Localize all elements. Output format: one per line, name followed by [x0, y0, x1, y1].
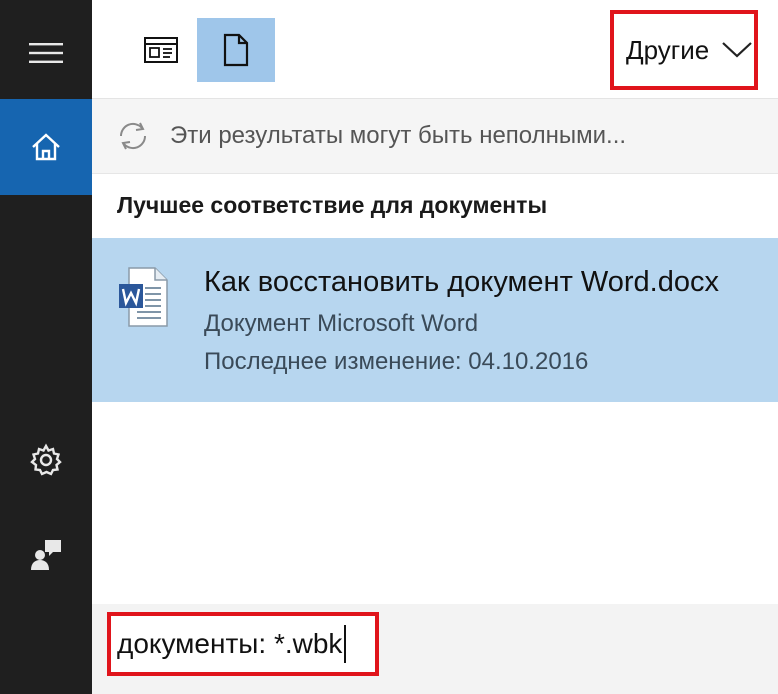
text-caret: [344, 625, 347, 663]
search-bar: документы: *.wbk: [92, 604, 778, 694]
settings-button[interactable]: [0, 425, 92, 495]
hamburger-icon: [29, 43, 63, 63]
others-label: Другие: [626, 34, 710, 65]
gear-icon: [30, 443, 62, 476]
home-icon: [32, 133, 60, 161]
best-match-result[interactable]: Как восстановить документ Word.docx Доку…: [92, 238, 778, 402]
apps-filter-button[interactable]: [122, 18, 200, 82]
notice-text: Эти результаты могут быть неполными...: [170, 122, 627, 149]
filter-bar: Другие: [92, 0, 778, 99]
left-nav-rail: [0, 0, 92, 694]
result-title: Как восстановить документ Word.docx: [204, 266, 719, 298]
menu-button[interactable]: [0, 18, 92, 88]
document-icon: [223, 33, 249, 67]
sync-icon: [114, 119, 152, 153]
search-query-text: документы: *.wbk: [117, 628, 343, 659]
chevron-down-icon: [722, 42, 752, 58]
feedback-button[interactable]: [0, 520, 92, 590]
best-match-heading: Лучшее соответствие для документы: [117, 192, 548, 218]
app-window-icon: [144, 37, 178, 63]
feedback-icon: [31, 540, 61, 570]
incomplete-results-notice: Эти результаты могут быть неполными...: [92, 99, 778, 174]
search-panel: Другие Эти результаты могут быть неполны…: [92, 0, 778, 694]
word-document-icon: [117, 266, 169, 333]
others-filter-dropdown[interactable]: Другие: [610, 10, 758, 90]
search-input[interactable]: документы: *.wbk: [107, 612, 379, 676]
home-button[interactable]: [0, 99, 92, 195]
documents-filter-button[interactable]: [197, 18, 275, 82]
result-type: Документ Microsoft Word: [204, 310, 479, 337]
result-modified-date: Последнее изменение: 04.10.2016: [204, 348, 589, 375]
